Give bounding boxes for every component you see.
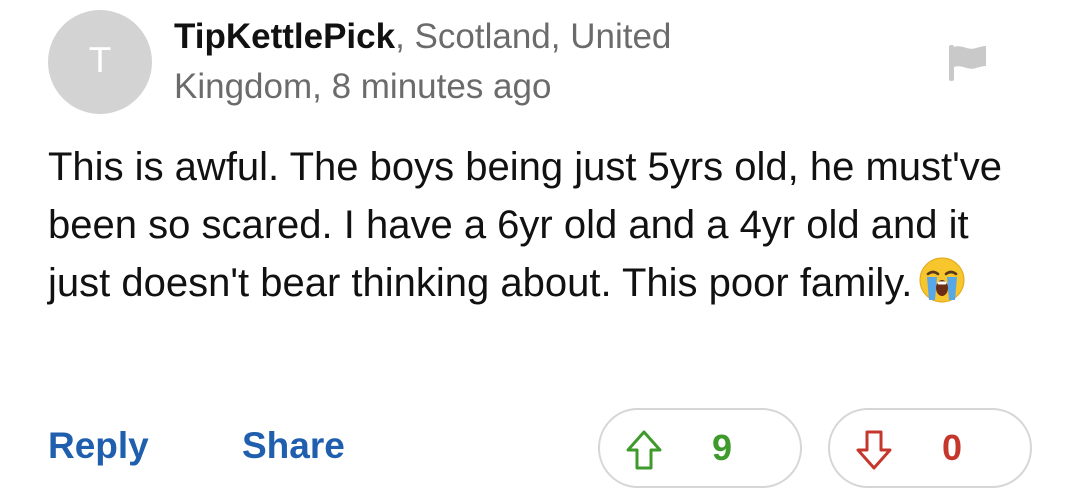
- comment-meta: TipKettlePick, Scotland, United Kingdom,…: [174, 12, 774, 112]
- flag-icon[interactable]: [948, 44, 988, 82]
- avatar: T: [48, 10, 152, 114]
- downvote-button[interactable]: 0: [828, 408, 1032, 488]
- loudly-crying-face-icon: [919, 257, 965, 303]
- upvote-count: 9: [712, 427, 733, 468]
- down-arrow-icon: [856, 430, 892, 470]
- downvote-count: 0: [942, 427, 963, 468]
- up-arrow-icon: [626, 430, 662, 470]
- upvote-button[interactable]: 9: [598, 408, 802, 488]
- share-button[interactable]: Share: [242, 424, 345, 468]
- comment-text: This is awful. The boys being just 5yrs …: [48, 145, 1003, 305]
- avatar-letter: T: [89, 41, 111, 81]
- comment-body: This is awful. The boys being just 5yrs …: [48, 138, 1038, 312]
- author-name[interactable]: TipKettlePick: [174, 17, 395, 56]
- reply-button[interactable]: Reply: [48, 424, 149, 468]
